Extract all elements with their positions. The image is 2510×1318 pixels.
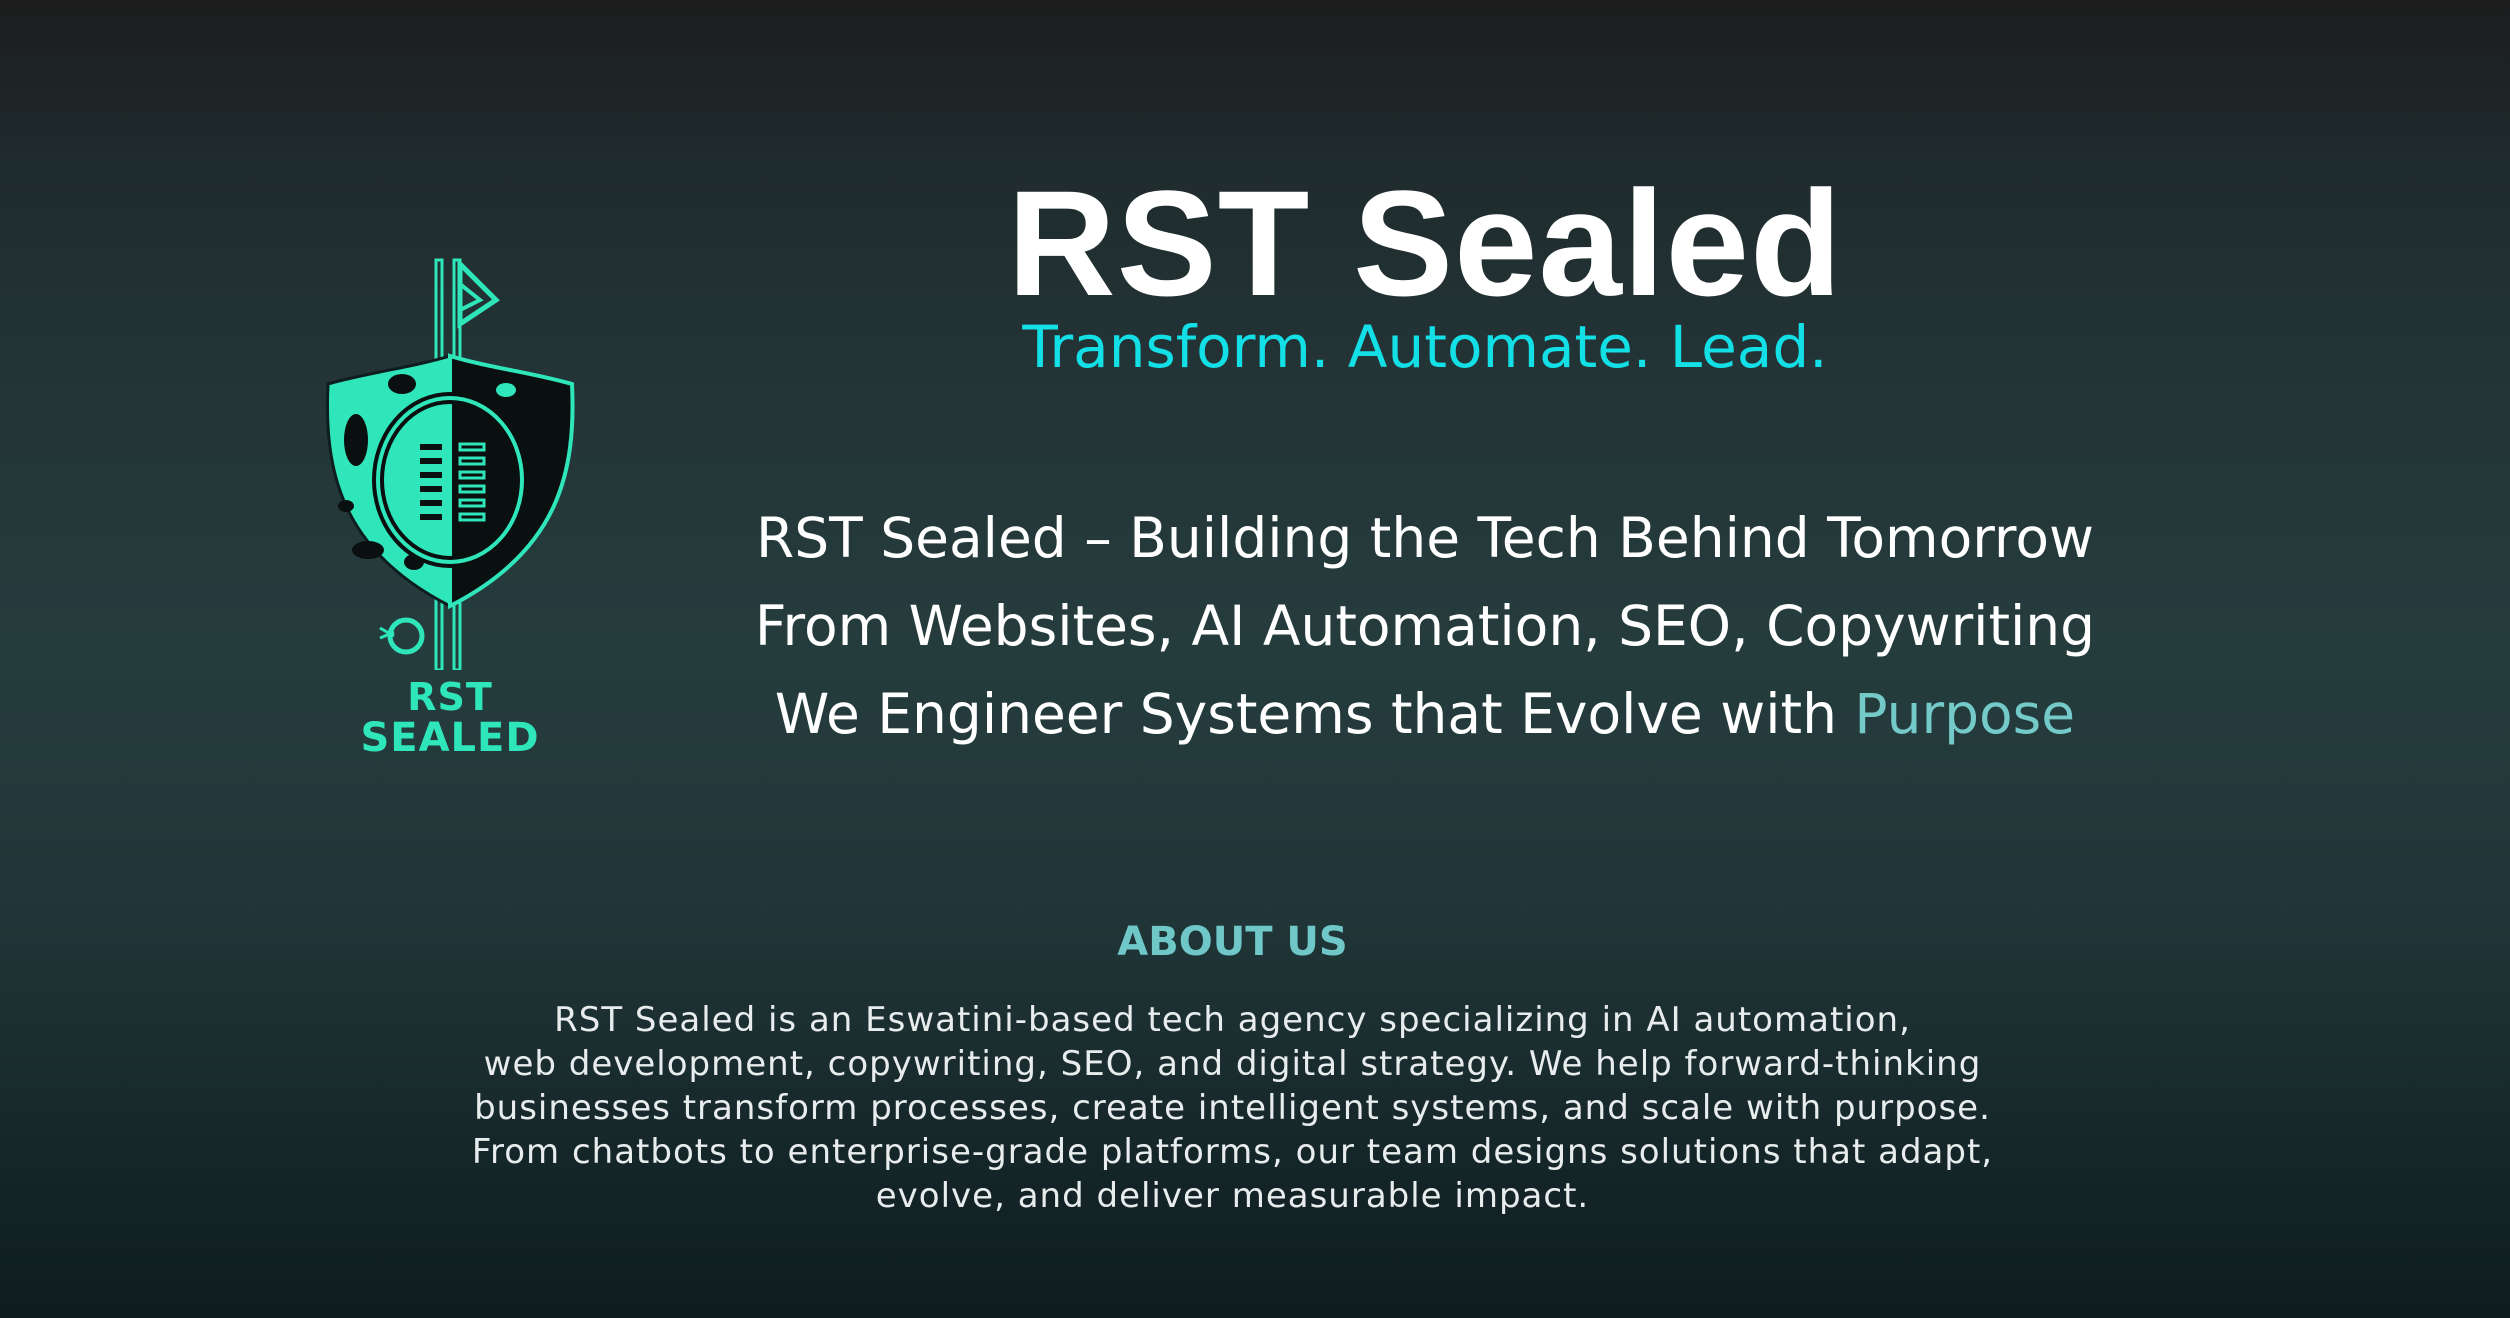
about-line: businesses transform processes, create i… bbox=[474, 1088, 1991, 1128]
hero-line-2: From Websites, AI Automation, SEO, Copyw… bbox=[754, 594, 2096, 658]
about-line: evolve, and deliver measurable impact. bbox=[875, 1176, 1590, 1216]
about-heading: ABOUT US bbox=[1117, 919, 1348, 965]
logo-text-sealed: SEALED bbox=[360, 715, 540, 761]
hero-accent-word: Purpose bbox=[1854, 682, 2076, 746]
about-paragraph: RST Sealed is an Eswatini-based tech age… bbox=[0, 998, 2465, 1218]
logo-text-rst: RST bbox=[407, 675, 493, 719]
hero-line-3: We Engineer Systems that Evolve with Pur… bbox=[700, 670, 2150, 758]
shield-spear-icon bbox=[326, 257, 575, 670]
hero-line-1: RST Sealed – Building the Tech Behind To… bbox=[756, 506, 2094, 570]
brand-logo[interactable]: RST SEALED bbox=[310, 250, 590, 770]
about-line: web development, copywriting, SEO, and d… bbox=[483, 1044, 1982, 1084]
about-line: RST Sealed is an Eswatini-based tech age… bbox=[554, 1000, 1911, 1040]
hero-description: RST Sealed – Building the Tech Behind To… bbox=[700, 494, 2150, 758]
hero-tagline: Transform. Automate. Lead. bbox=[1022, 313, 1828, 381]
hero-line-3-text: We Engineer Systems that Evolve with bbox=[774, 682, 1855, 746]
about-line: From chatbots to enterprise-grade platfo… bbox=[471, 1132, 1994, 1172]
hero-title: RST Sealed bbox=[1007, 159, 1843, 327]
